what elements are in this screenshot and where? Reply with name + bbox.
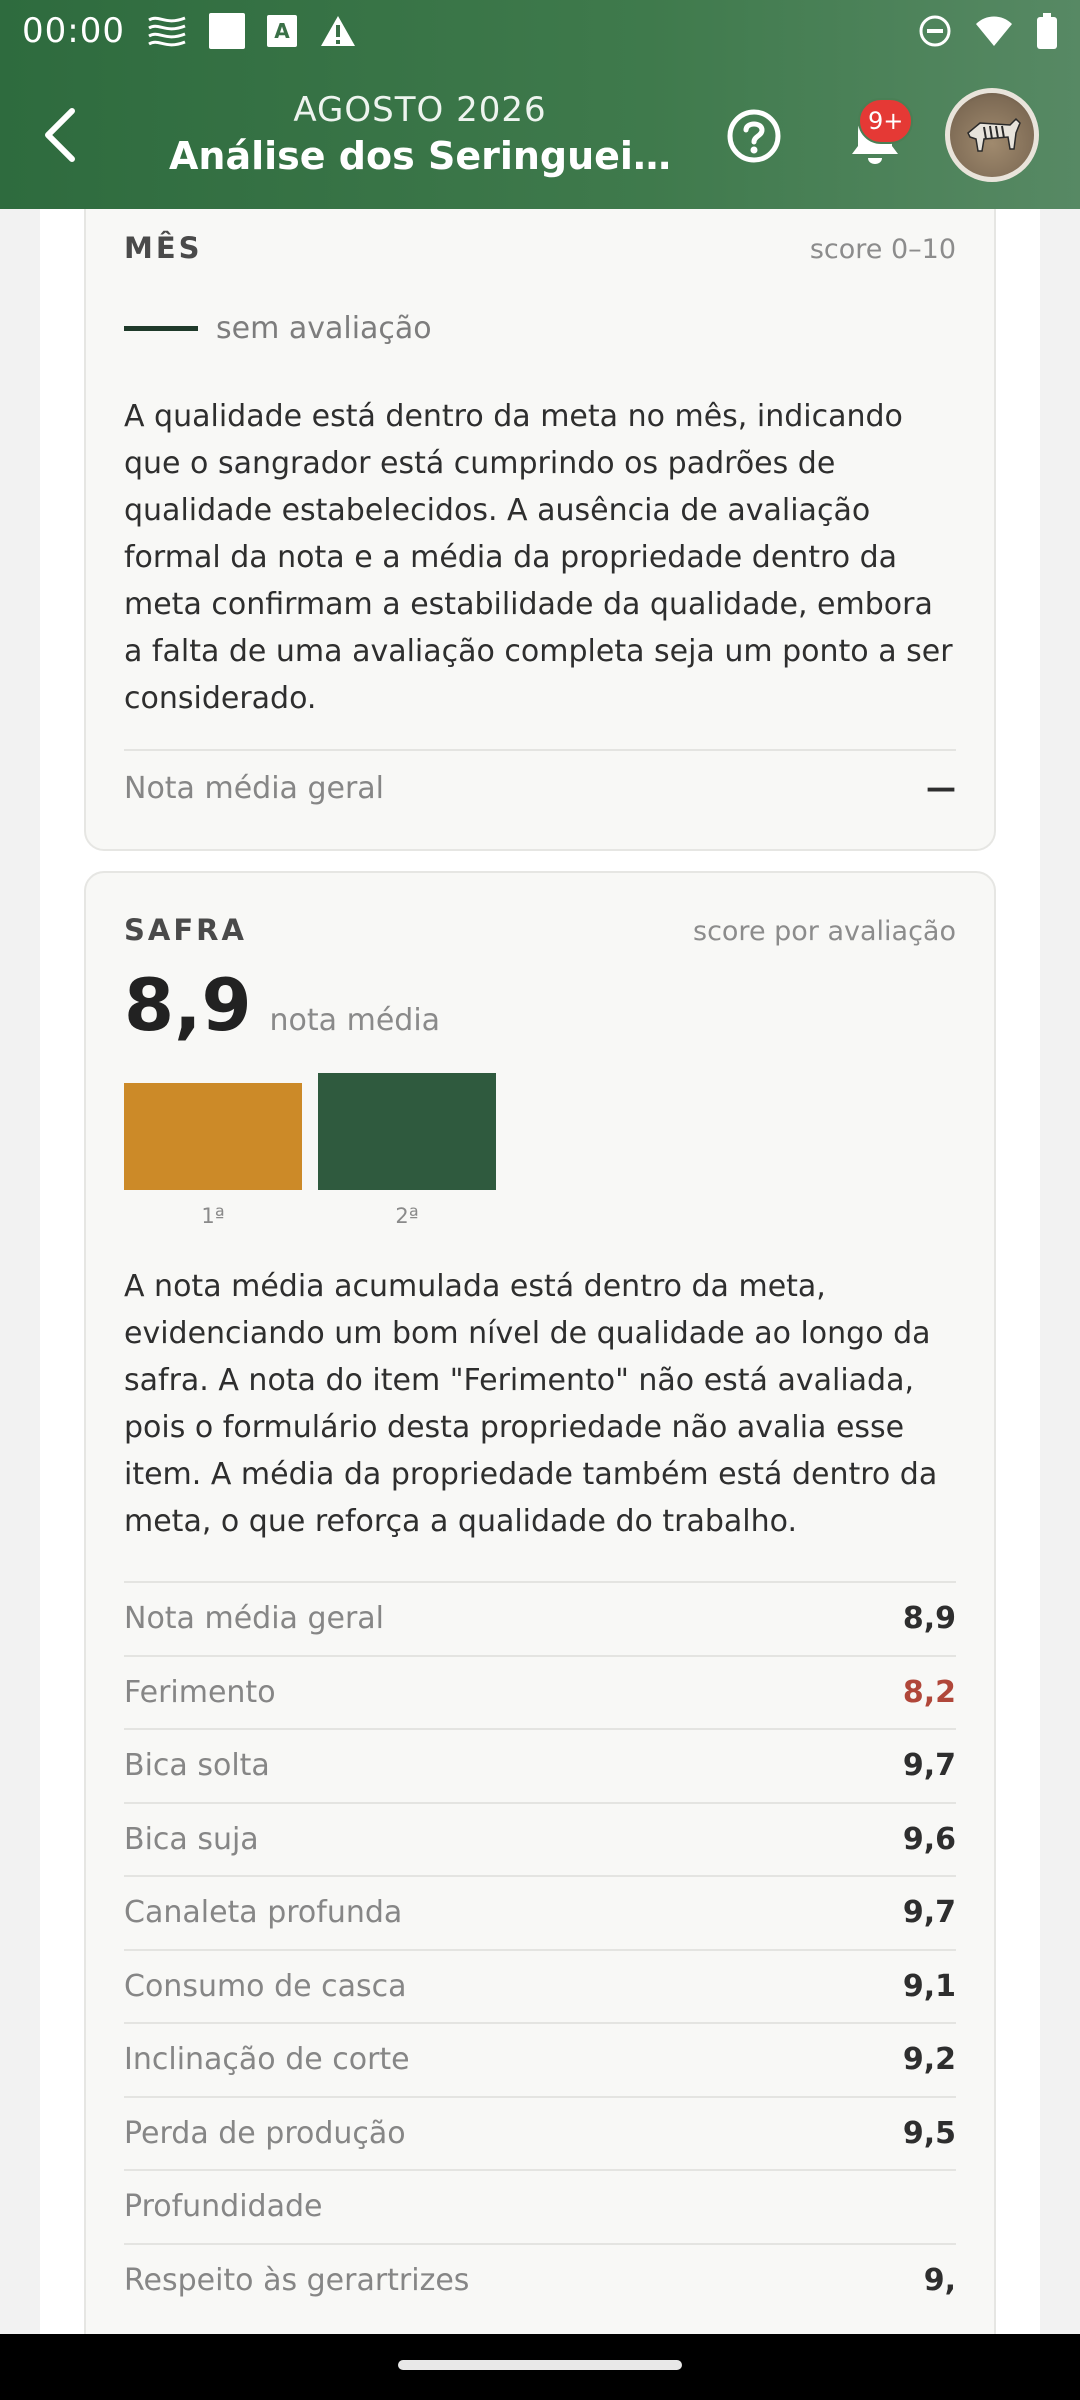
month-card-header: MÊS score 0–10: [124, 231, 956, 265]
row-label: Nota média geral: [124, 1601, 385, 1636]
harvest-card: SAFRA score por avaliação 8,9 nota média…: [84, 871, 996, 2334]
status-icons-right: [918, 13, 1058, 49]
month-card: MÊS score 0–10 sem avaliação A qualidade…: [84, 209, 996, 851]
month-meta: score 0–10: [809, 234, 956, 265]
harvest-paragraph: A nota média acumulada está dentro da me…: [124, 1269, 938, 1539]
bar-column: 1ª: [124, 1083, 302, 1228]
system-nav-bar: [0, 2334, 1080, 2400]
row-value: 8,2: [902, 1674, 956, 1710]
notification-badge: 9+: [858, 98, 914, 144]
month-legend: sem avaliação: [124, 311, 432, 346]
harvest-score: 8,9 nota média: [124, 963, 440, 1047]
header-subtitle: AGOSTO 2026: [293, 90, 547, 130]
row-value: 9,5: [902, 2115, 956, 2151]
legend-text: sem avaliação: [216, 311, 432, 346]
row-label: Profundidade: [124, 2189, 323, 2224]
row-label: Bica solta: [124, 1748, 270, 1783]
header-title: Análise dos Seringuei…: [169, 134, 671, 178]
chevron-left-icon: [45, 108, 75, 162]
harvest-item-row: Inclinação de corte 9,2: [124, 2022, 956, 2095]
row-label: Ferimento: [124, 1674, 276, 1710]
row-label: Respeito às gerartrizes: [124, 2262, 470, 2298]
harvest-item-row: Nota média geral 8,9: [124, 1581, 956, 1654]
harvest-label: SAFRA: [124, 913, 247, 947]
harvest-item-row: Canaleta profunda 9,7: [124, 1875, 956, 1948]
row-label: Nota média geral: [124, 770, 385, 806]
do-not-disturb-icon: [919, 15, 951, 47]
zebra-icon: [967, 117, 1021, 152]
row-value: 9,1: [902, 1968, 956, 2004]
row-label: Consumo de casca: [124, 1968, 407, 2004]
harvest-score-caption: nota média: [269, 1003, 441, 1038]
warning-icon: [320, 16, 355, 46]
harvest-item-row: Ferimento 8,2: [124, 1654, 956, 1728]
row-label: Bica suja: [124, 1821, 259, 1857]
legend-line: [124, 326, 198, 331]
wifi-icon: [976, 16, 1012, 46]
harvest-card-header: SAFRA score por avaliação: [124, 913, 956, 947]
bar-tick-label: 2ª: [395, 1204, 419, 1228]
square-icon: [208, 13, 245, 49]
row-label: Inclinação de corte: [124, 2042, 410, 2077]
bar-column: 2ª: [318, 1073, 496, 1228]
row-value: 9,7: [902, 1895, 956, 1930]
harvest-item-row: Consumo de casca 9,1: [124, 1948, 956, 2022]
evaluation-bar-chart: 1ª 2ª: [124, 1073, 496, 1228]
harvest-meta: score por avaliação: [693, 916, 956, 947]
help-circle-icon: [727, 109, 781, 163]
chart-bar[interactable]: [124, 1083, 302, 1190]
app-bar: AGOSTO 2026 Análise dos Seringuei… 9+: [0, 70, 1080, 204]
harvest-item-row: Respeito às gerartrizes 9,: [124, 2242, 956, 2316]
chart-bar[interactable]: [318, 1073, 496, 1190]
harvest-item-row: Profundidade: [124, 2169, 956, 2242]
row-value: —: [926, 770, 956, 806]
harvest-score-value: 8,9: [124, 963, 252, 1047]
header-titles: AGOSTO 2026 Análise dos Seringuei…: [150, 90, 690, 178]
status-time: 00:00: [22, 11, 125, 51]
harvest-item-row: Perda de produção 9,5: [124, 2095, 956, 2169]
stream-icon: [148, 16, 186, 47]
scroll-content[interactable]: MÊS score 0–10 sem avaliação A qualidade…: [0, 209, 1080, 2334]
status-icons-left: A: [147, 13, 357, 49]
font-icon: A: [266, 15, 297, 47]
app-header: 00:00 A AGOSTO 2026 Análise dos Seringue…: [0, 0, 1080, 209]
row-value: 9,: [923, 2262, 956, 2298]
month-label: MÊS: [124, 231, 203, 265]
harvest-item-row: Bica suja 9,6: [124, 1801, 956, 1875]
help-button[interactable]: [724, 106, 784, 166]
back-button[interactable]: [30, 100, 90, 170]
month-paragraph: A qualidade está dentro da meta no mês, …: [124, 399, 953, 716]
row-value: 9,2: [902, 2042, 956, 2077]
status-bar: 00:00 A: [0, 0, 1080, 62]
avatar[interactable]: [945, 88, 1039, 182]
month-overall-row: Nota média geral —: [124, 749, 956, 825]
battery-icon: [1037, 13, 1057, 49]
row-value: 9,6: [902, 1821, 956, 1857]
row-value: 9,7: [902, 1748, 956, 1783]
harvest-item-row: Bica solta 9,7: [124, 1728, 956, 1801]
row-label: Perda de produção: [124, 2115, 406, 2151]
home-handle[interactable]: [398, 2360, 682, 2370]
row-label: Canaleta profunda: [124, 1895, 403, 1930]
bar-tick-label: 1ª: [201, 1204, 225, 1228]
row-value: 8,9: [902, 1601, 956, 1636]
